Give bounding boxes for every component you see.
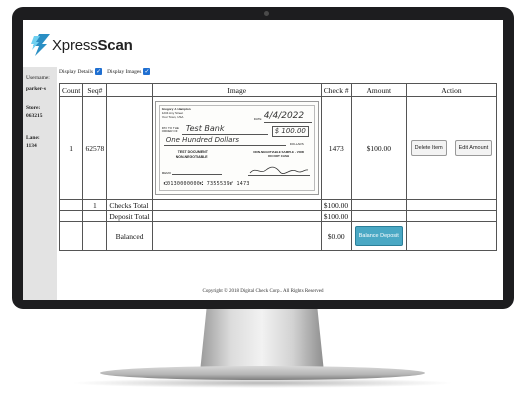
deposit-total-row: Deposit Total $100.00	[58, 210, 498, 222]
balanced-empty-1	[58, 221, 84, 251]
balanced-amount: $0.00	[320, 221, 352, 251]
checks-total-action-empty	[405, 199, 498, 211]
display-details-checkbox[interactable]: ✓	[95, 68, 103, 75]
col-header-image: Image	[151, 83, 322, 97]
display-images-label: Display Images	[107, 68, 142, 75]
footer-copyright: Copyright © 2018 Digital Check Corp.. Al…	[202, 289, 324, 294]
check-image[interactable]: Gregory J. Hampton 1234 Any Street Your …	[154, 101, 319, 195]
check-signature-line	[247, 175, 310, 176]
balanced-row: Balanced $0.00 Balance Deposit	[58, 221, 498, 251]
row-seq: 62578	[82, 96, 108, 200]
row-count: 1	[58, 96, 84, 200]
webcam-dot	[264, 11, 269, 16]
check-test-document: TEST DOCUMENT	[177, 150, 208, 154]
deposit-total-amount: $100.00	[320, 210, 352, 222]
check-non-negotiable: NON-NEGOTIABLE	[175, 155, 208, 159]
xpressscan-logo: XpressScan	[31, 33, 133, 57]
table-row[interactable]: 1 62578 Gregory J. Hampton 1234 Any Stre…	[58, 96, 498, 200]
check-date-line	[263, 122, 312, 123]
deposit-total-label: Deposit Total	[106, 210, 153, 222]
deposit-total-action-empty	[405, 210, 498, 222]
check-pay-to-label: PAY TO THE ORDER OF	[161, 126, 179, 133]
check-dollars-label: DOLLARS	[289, 142, 304, 146]
deposit-total-empty-1	[58, 210, 84, 222]
checks-total-image-empty	[151, 199, 322, 211]
checks-total-label: Checks Total	[106, 199, 153, 211]
check-payer-address-2: Your Town, USA	[161, 115, 184, 119]
check-micr-line: ⑆0130000000⑆ 7355539⑈ 1473	[163, 181, 250, 187]
table-header-row: Count Seq# Image Check # Amount Action	[58, 83, 498, 97]
col-header-count: Count	[58, 83, 84, 97]
edit-amount-button[interactable]: Edit Amount	[454, 140, 493, 156]
deposit-total-empty-2	[82, 210, 108, 222]
batch-table: Count Seq# Image Check # Amount Action 1…	[58, 83, 498, 251]
row-blank-cell	[106, 96, 153, 200]
checks-total-row: 1 Checks Total $100.00	[58, 199, 498, 211]
check-memo-line	[171, 174, 222, 175]
check-amount-words: One Hundred Dollars	[165, 136, 239, 144]
display-images-checkbox[interactable]: ✓	[143, 68, 151, 75]
deposit-total-image-empty	[151, 210, 322, 222]
balance-deposit-cell: Balance Deposit	[350, 221, 407, 251]
username-value: parker-s	[26, 86, 46, 92]
row-check-number: 1473	[320, 96, 352, 200]
lightning-logo-icon	[31, 34, 50, 56]
app-screen: XpressScan Username: parker-s Store: 063…	[23, 20, 503, 300]
check-payee: Test Bank	[185, 124, 225, 133]
store-label: Store:	[26, 105, 41, 111]
check-image-cell: Gregory J. Hampton 1234 Any Street Your …	[151, 96, 322, 200]
delete-item-button[interactable]: Delete Item	[410, 140, 447, 156]
check-payee-line	[181, 134, 268, 135]
col-header-blank	[106, 83, 153, 97]
checks-total-count: 1	[82, 199, 108, 211]
col-header-amount: Amount	[350, 83, 407, 97]
col-header-check-number: Check #	[320, 83, 352, 97]
lane-label: Lane:	[26, 135, 40, 141]
deposit-total-amount-empty	[350, 210, 407, 222]
checks-total-amount-empty	[350, 199, 407, 211]
balanced-empty-2	[82, 221, 108, 251]
monitor-stand-neck	[200, 300, 324, 372]
balanced-action-empty	[405, 221, 498, 251]
balance-deposit-button[interactable]: Balance Deposit	[354, 226, 403, 246]
check-sample-void: NON-NEGOTIABLE SAMPLE - VOID DO NOT CASH	[253, 150, 305, 158]
display-options: Display Details ✓ Display Images ✓	[59, 68, 152, 75]
check-amount-box: $ 100.00	[271, 126, 309, 137]
check-amount-words-line	[163, 145, 286, 146]
checks-total-amount: $100.00	[320, 199, 352, 211]
store-value: 063215	[26, 113, 43, 119]
check-memo-label: MEMO	[161, 171, 172, 175]
check-date-value: 4/4/2022	[263, 111, 305, 121]
monitor-stand-base	[100, 366, 425, 380]
balanced-label: Balanced	[106, 221, 153, 251]
col-header-seq: Seq#	[82, 83, 108, 97]
checks-total-empty	[58, 199, 84, 211]
row-amount: $100.00	[350, 96, 407, 200]
balanced-image-empty	[151, 221, 322, 251]
col-header-action: Action	[405, 83, 498, 97]
logo-text: XpressScan	[52, 36, 133, 54]
sidebar: Username: parker-s Store: 063215 Lane: 1…	[23, 67, 57, 300]
row-actions: Delete Item Edit Amount	[405, 96, 498, 200]
display-details-label: Display Details	[59, 68, 94, 75]
lane-value: 1134	[26, 143, 37, 149]
check-date-label: DATE	[253, 117, 262, 121]
username-label: Username:	[26, 75, 50, 81]
